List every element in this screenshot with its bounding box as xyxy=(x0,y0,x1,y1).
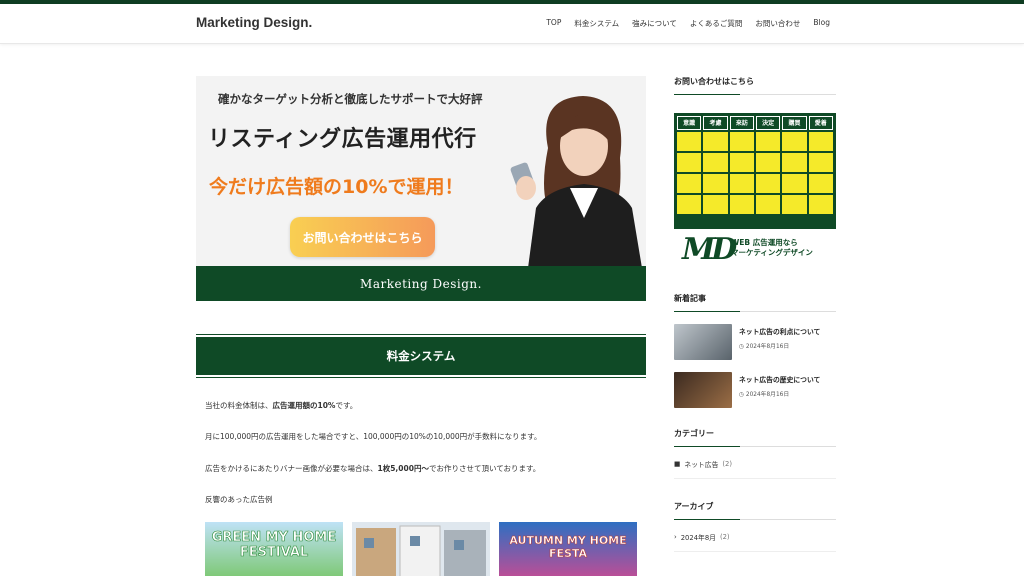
md-logo: MD xyxy=(682,232,737,267)
post-date: ◷ 2024年8月16日 xyxy=(739,392,790,398)
widget-title-categories: カテゴリー xyxy=(674,428,836,447)
folder-icon: ■ xyxy=(674,460,681,468)
ad-example-image: AUTUMN MY HOME FESTA xyxy=(499,522,637,576)
post-title: ネット広告の利点について xyxy=(739,328,821,336)
customer-journey-grid: 意識 考慮 来訪 決定 購買 愛着 xyxy=(674,113,836,229)
examples-heading: 反響のあった広告例 xyxy=(205,494,273,504)
grid-cells xyxy=(677,132,833,214)
post-title: ネット広告の歴史について xyxy=(739,376,821,384)
md-tagline: WEB 広告運用なら マーケティングデザイン xyxy=(731,238,813,258)
nav-item-faq[interactable]: よくあるご質問 xyxy=(690,18,743,29)
site-header: Marketing Design. TOP 料金システム 強みについて よくある… xyxy=(0,4,1024,44)
nav-item-blog[interactable]: Blog xyxy=(813,18,830,29)
section-title-frame: 料金システム xyxy=(196,334,646,378)
nav-item-top[interactable]: TOP xyxy=(546,18,561,29)
section-title-pricing: 料金システム xyxy=(196,337,646,375)
hero-brand-band: Marketing Design. xyxy=(196,266,646,301)
post-thumbnail xyxy=(674,372,732,408)
grid-header: 考慮 xyxy=(703,116,728,130)
hero-tagline: 確かなターゲット分析と徹底したサポートで大好評 xyxy=(218,92,483,106)
category-item[interactable]: ■ ネット広告 (2) xyxy=(674,459,836,479)
contact-banner[interactable]: 意識 考慮 来訪 決定 購買 愛着 MD WEB 広告運用なら マーケティングデ… xyxy=(674,113,836,271)
grid-header: 意識 xyxy=(677,116,702,130)
site-logo[interactable]: Marketing Design. xyxy=(196,15,312,30)
hero-banner: 確かなターゲット分析と徹底したサポートで大好評 リスティング広告運用代行 今だけ… xyxy=(196,76,646,266)
grid-header: 愛着 xyxy=(808,116,833,130)
main-nav: TOP 料金システム 強みについて よくあるご質問 お問い合わせ Blog xyxy=(546,18,830,29)
post-thumbnail xyxy=(674,324,732,360)
sidebar: お問い合わせはこちら 意識 考慮 来訪 決定 購買 愛着 MD WEB 広告運用… xyxy=(674,76,836,552)
grid-header: 購買 xyxy=(782,116,807,130)
nav-item-strengths[interactable]: 強みについて xyxy=(632,18,677,29)
hero-offer: 今だけ広告額の10%で運用！ xyxy=(209,176,464,198)
widget-title-new-posts: 新着記事 xyxy=(674,293,836,312)
contact-cta-button[interactable]: お問い合わせはこちら xyxy=(290,217,435,257)
houses-image xyxy=(356,525,486,576)
widget-title-archive: アーカイブ xyxy=(674,501,836,520)
ad-example-image xyxy=(352,522,490,576)
chevron-right-icon: › xyxy=(674,533,677,541)
businesswoman-image xyxy=(510,96,642,266)
hero-title: リスティング広告運用代行 xyxy=(208,127,477,152)
ad-example-image: GREEN MY HOME FESTIVAL xyxy=(205,522,343,576)
pricing-paragraph-3: 広告をかけるにあたりバナー画像が必要な場合は、1枚5,000円〜でお作りさせて頂… xyxy=(205,463,541,473)
post-item[interactable]: ネット広告の歴史について ◷ 2024年8月16日 xyxy=(674,372,836,408)
nav-item-contact[interactable]: お問い合わせ xyxy=(755,18,800,29)
pricing-paragraph-1: 当社の料金体制は、広告運用額の10%です。 xyxy=(205,401,358,410)
ad-examples: GREEN MY HOME FESTIVAL AUTUMN MY HOME FE… xyxy=(205,522,646,576)
grid-header: 決定 xyxy=(755,116,781,130)
archive-item[interactable]: › 2024年8月 (2) xyxy=(674,532,836,552)
main-content: 確かなターゲット分析と徹底したサポートで大好評 リスティング広告運用代行 今だけ… xyxy=(196,76,646,576)
pricing-paragraph-2: 月に100,000円の広告運用をした場合ですと、100,000円の10%の10,… xyxy=(205,432,542,442)
nav-item-pricing[interactable]: 料金システム xyxy=(574,18,619,29)
grid-header: 来訪 xyxy=(729,116,754,130)
post-item[interactable]: ネット広告の利点について ◷ 2024年8月16日 xyxy=(674,324,836,360)
post-date: ◷ 2024年8月16日 xyxy=(739,344,790,350)
widget-title-contact: お問い合わせはこちら xyxy=(674,76,836,95)
